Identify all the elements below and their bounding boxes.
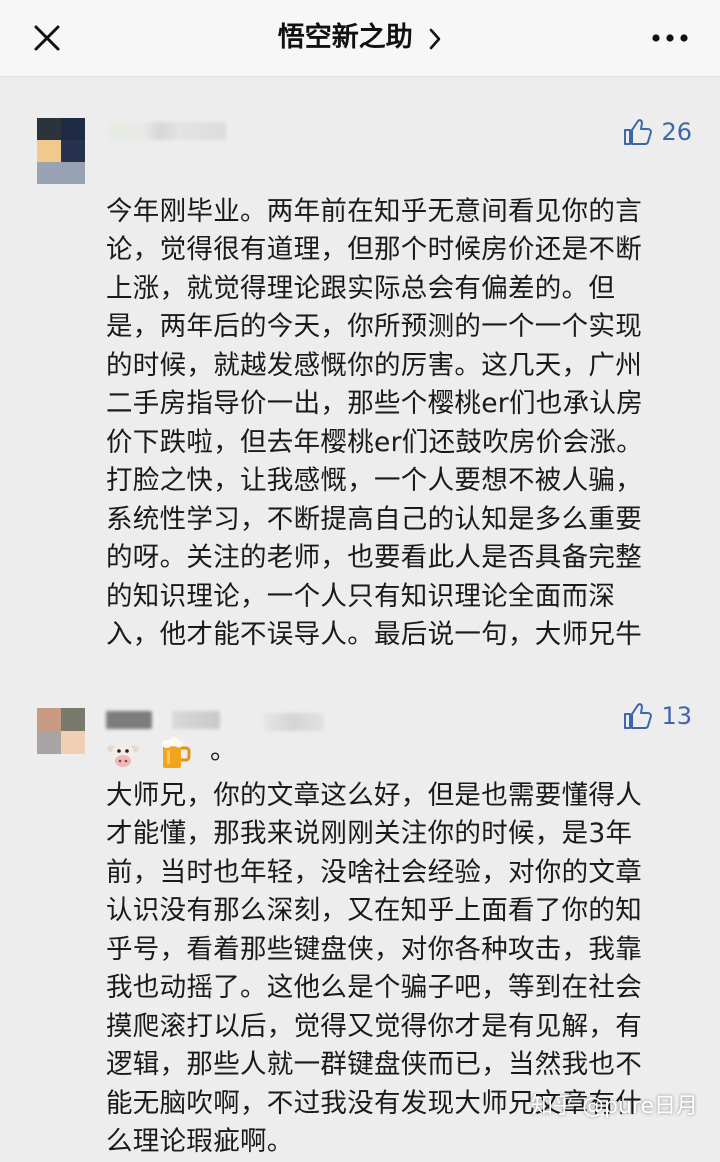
comment-item: 26 今年刚毕业。两年前在知乎无意间看见你的言 论，觉得很有道理，但那个时候房价… (0, 118, 720, 769)
more-icon[interactable] (650, 29, 690, 47)
username-blurred (172, 711, 220, 729)
top-nav-bar: 悟空新之助 (0, 0, 720, 77)
chevron-right-icon (429, 28, 441, 49)
nav-title-link[interactable]: 悟空新之助 (0, 18, 720, 58)
like-button[interactable]: 13 (623, 702, 692, 730)
comment-body: 今年刚毕业。两年前在知乎无意间看见你的言 论，觉得很有道理，但那个时候房价还是不… (106, 195, 643, 651)
watermark: 知乎 @pure日月 (531, 1094, 698, 1119)
username-blurred (264, 713, 324, 731)
username-blurred[interactable] (108, 122, 226, 140)
like-count: 26 (661, 118, 692, 146)
avatar[interactable] (37, 708, 85, 754)
page-title: 悟空新之助 (277, 22, 413, 53)
username-blurred[interactable] (106, 711, 152, 729)
comment-item: 13 大师兄，你的文章这么好，但是也需要懂得人 才能懂，那我来说刚刚关注你的时候… (0, 702, 720, 1157)
thumbs-up-icon (624, 703, 653, 729)
thumbs-up-icon (624, 119, 653, 145)
avatar[interactable] (37, 118, 85, 184)
like-count: 13 (661, 702, 692, 730)
like-button[interactable]: 26 (623, 118, 692, 146)
comment-text: 今年刚毕业。两年前在知乎无意间看见你的言 论，觉得很有道理，但那个时候房价还是不… (106, 154, 696, 770)
